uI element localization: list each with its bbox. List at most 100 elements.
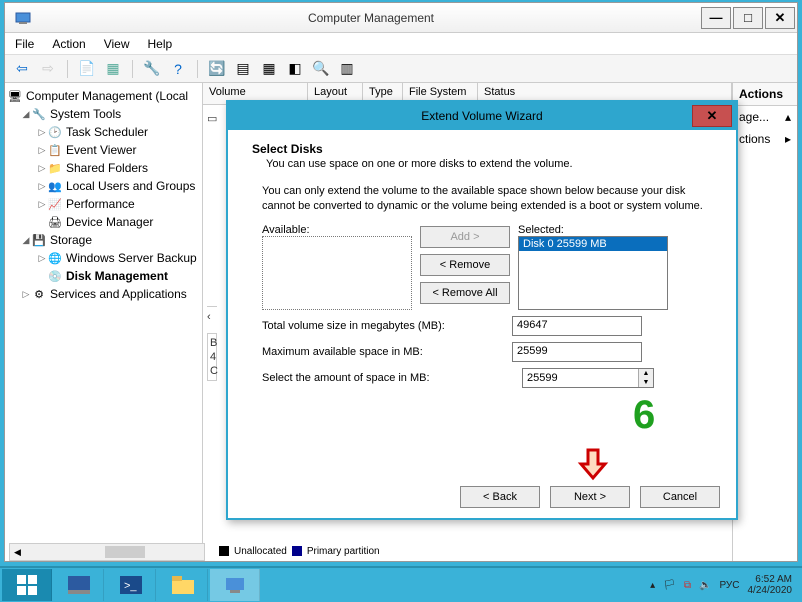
taskbar: >_ ▴ 🏳 ⧉ 🔈 РУС 6:52 AM 4/24/2020 [0, 566, 802, 602]
taskbar-powershell[interactable]: >_ [106, 569, 156, 601]
space-spinner[interactable]: ▲▼ [522, 368, 654, 388]
arrow-icon: ▸ [785, 132, 791, 146]
selected-item[interactable]: Disk 0 25599 MB [519, 237, 667, 251]
partial-content: ▭ ‹ B 4 C [207, 111, 217, 381]
perf-icon: 📈 [47, 196, 63, 212]
refresh-icon[interactable]: 🔄 [206, 58, 228, 80]
menu-help[interactable]: Help [148, 37, 173, 51]
misc-icon-2[interactable]: 🔍 [310, 58, 332, 80]
taskbar-server-manager[interactable] [54, 569, 104, 601]
list-icon[interactable]: ▤ [232, 58, 254, 80]
computer-icon: 🖥 [7, 88, 23, 104]
space-input[interactable] [523, 369, 638, 387]
misc-icon-1[interactable]: ◧ [284, 58, 306, 80]
max-space-label: Maximum available space in MB: [262, 346, 512, 358]
show-hide-icon[interactable]: ▦ [102, 58, 124, 80]
clock-icon: 🕑 [47, 124, 63, 140]
remove-button[interactable]: < Remove [420, 254, 510, 276]
select-space-label: Select the amount of space in MB: [262, 372, 512, 384]
tree-storage[interactable]: ◢💾Storage [7, 231, 200, 249]
tools-icon: 🔧 [31, 106, 47, 122]
selected-label: Selected: [518, 224, 668, 236]
tray-network-icon[interactable]: ⧉ [684, 580, 691, 591]
wizard-info: You can only extend the volume to the av… [262, 184, 712, 214]
annotation-step-number: 6 [633, 393, 655, 438]
close-button[interactable]: ✕ [765, 7, 795, 29]
minimize-button[interactable]: — [701, 7, 731, 29]
legend: Unallocated Primary partition [211, 542, 731, 560]
system-tray: ▴ 🏳 ⧉ 🔈 РУС 6:52 AM 4/24/2020 [650, 574, 802, 596]
tree-device-manager[interactable]: 🖨Device Manager [7, 213, 200, 231]
tray-language[interactable]: РУС [719, 580, 739, 591]
folder-icon: 📁 [47, 160, 63, 176]
event-icon: 📋 [47, 142, 63, 158]
wizard-subheading: You can use space on one or more disks t… [266, 158, 712, 170]
detail-icon[interactable]: ▦ [258, 58, 280, 80]
wizard-close-button[interactable]: ✕ [692, 105, 732, 127]
wizard-titlebar: Extend Volume Wizard ✕ [228, 102, 736, 130]
start-button[interactable] [2, 569, 52, 601]
add-button[interactable]: Add > [420, 226, 510, 248]
selected-listbox[interactable]: Disk 0 25599 MB [518, 236, 668, 310]
available-listbox[interactable] [262, 236, 412, 310]
tree-performance[interactable]: ▷📈Performance [7, 195, 200, 213]
cancel-button[interactable]: Cancel [640, 486, 720, 508]
next-button[interactable]: Next > [550, 486, 630, 508]
svg-text:>_: >_ [124, 580, 137, 592]
storage-icon: 💾 [31, 232, 47, 248]
app-icon [11, 6, 35, 30]
up-icon[interactable]: 📄 [76, 58, 98, 80]
tree-event-viewer[interactable]: ▷📋Event Viewer [7, 141, 200, 159]
maximize-button[interactable]: □ [733, 7, 763, 29]
properties-icon[interactable]: 🔧 [141, 58, 163, 80]
tree-panel: 🖥Computer Management (Local ◢🔧System Too… [5, 83, 203, 561]
menu-action[interactable]: Action [52, 37, 85, 51]
actions-manage[interactable]: age...▴ [733, 106, 797, 128]
actions-panel: Actions age...▴ ctions▸ [733, 83, 797, 561]
menubar: File Action View Help [5, 33, 797, 55]
device-icon: 🖨 [47, 214, 63, 230]
extend-volume-wizard: Extend Volume Wizard ✕ Select Disks You … [226, 100, 738, 520]
tree-shared-folders[interactable]: ▷📁Shared Folders [7, 159, 200, 177]
tree-task-scheduler[interactable]: ▷🕑Task Scheduler [7, 123, 200, 141]
back-icon[interactable]: ⇦ [11, 58, 33, 80]
tray-sound-icon[interactable]: 🔈 [699, 580, 711, 591]
tree-system-tools[interactable]: ◢🔧System Tools [7, 105, 200, 123]
disk-icon: 💿 [47, 268, 63, 284]
users-icon: 👥 [47, 178, 63, 194]
spin-down-icon[interactable]: ▼ [639, 378, 653, 387]
window-title: Computer Management [41, 11, 701, 25]
menu-file[interactable]: File [15, 37, 34, 51]
toolbar: ⇦ ⇨ 📄 ▦ 🔧 ? 🔄 ▤ ▦ ◧ 🔍 ▥ [5, 55, 797, 83]
actions-title: Actions [733, 83, 797, 106]
tray-flag-icon[interactable]: 🏳 [663, 580, 676, 591]
tree-root[interactable]: 🖥Computer Management (Local [7, 87, 200, 105]
forward-icon[interactable]: ⇨ [37, 58, 59, 80]
tree-wsb[interactable]: ▷🌐Windows Server Backup [7, 249, 200, 267]
max-space-value: 25599 [512, 342, 642, 362]
spin-up-icon[interactable]: ▲ [639, 369, 653, 378]
tray-arrow-icon[interactable]: ▴ [650, 580, 655, 591]
tree-scrollbar[interactable]: ◀ [9, 543, 205, 561]
tree-local-users[interactable]: ▷👥Local Users and Groups [7, 177, 200, 195]
total-size-label: Total volume size in megabytes (MB): [262, 320, 512, 332]
help-icon[interactable]: ? [167, 58, 189, 80]
available-label: Available: [262, 224, 412, 236]
tree-services[interactable]: ▷⚙Services and Applications [7, 285, 200, 303]
back-button[interactable]: < Back [460, 486, 540, 508]
backup-icon: 🌐 [47, 250, 63, 266]
wizard-title: Extend Volume Wizard [421, 109, 542, 123]
services-icon: ⚙ [31, 286, 47, 302]
remove-all-button[interactable]: < Remove All [420, 282, 510, 304]
annotation-arrow-icon [576, 448, 610, 482]
wizard-heading: Select Disks [252, 142, 712, 156]
taskbar-compmgmt[interactable] [210, 569, 260, 601]
taskbar-explorer[interactable] [158, 569, 208, 601]
misc-icon-3[interactable]: ▥ [336, 58, 358, 80]
titlebar: Computer Management — □ ✕ [5, 3, 797, 33]
menu-view[interactable]: View [104, 37, 130, 51]
tree-disk-management[interactable]: 💿Disk Management [7, 267, 200, 285]
window-controls: — □ ✕ [701, 7, 797, 29]
tray-clock[interactable]: 6:52 AM 4/24/2020 [748, 574, 793, 596]
actions-more[interactable]: ctions▸ [733, 128, 797, 150]
